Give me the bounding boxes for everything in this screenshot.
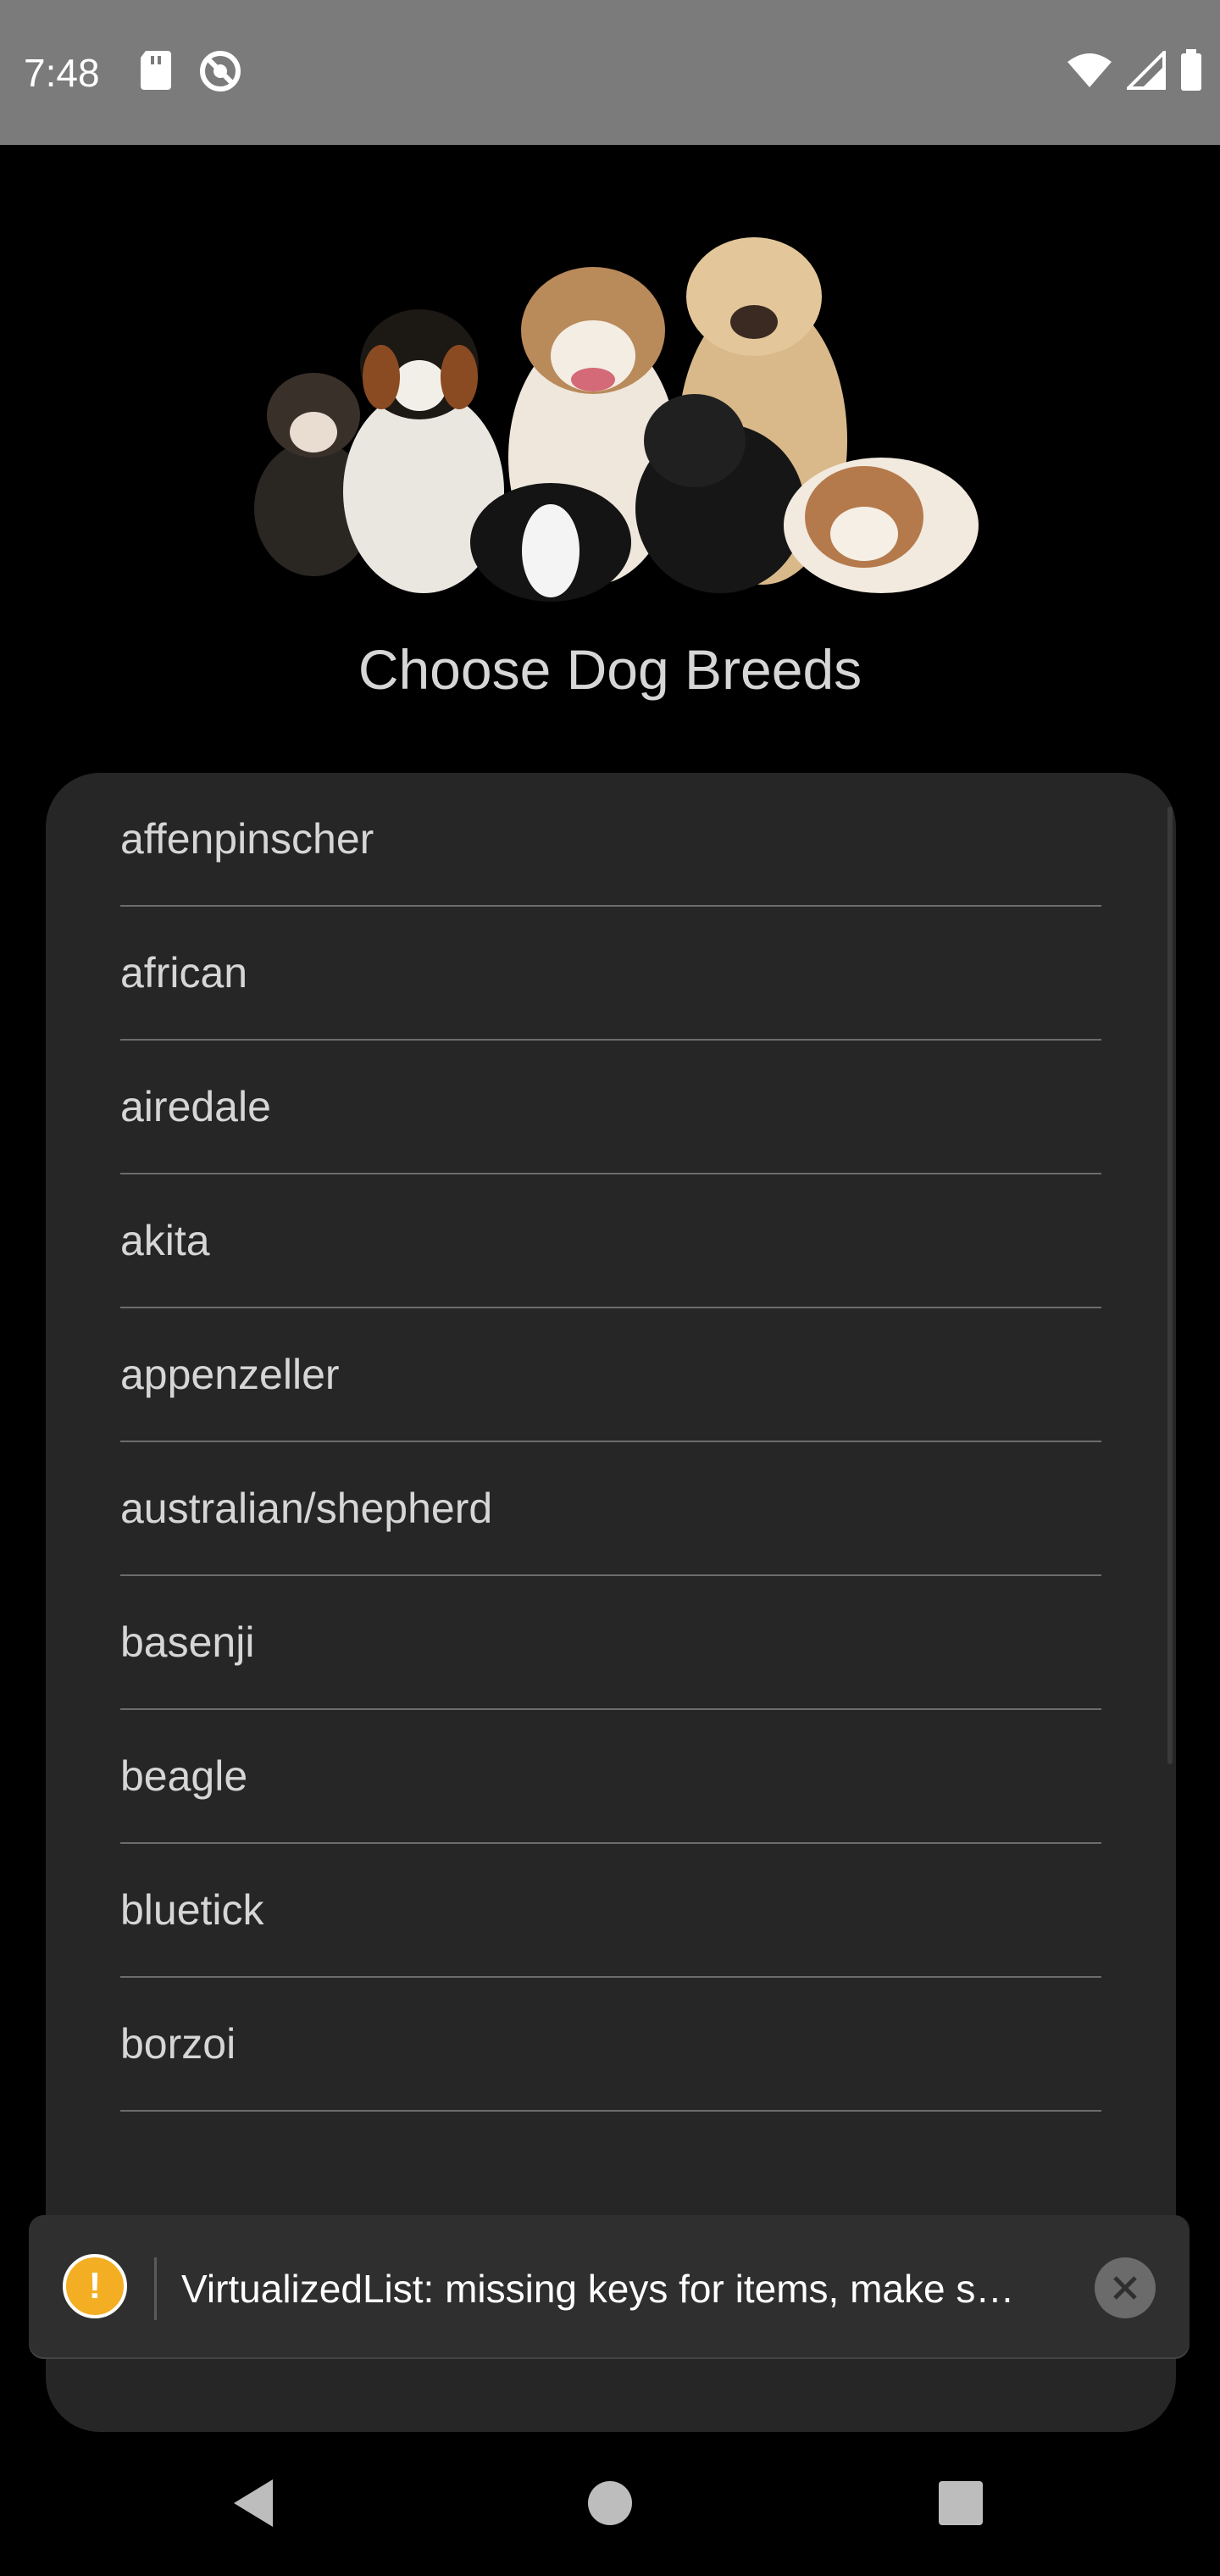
sd-card-icon: [139, 49, 173, 97]
no-disturb-icon: [198, 49, 242, 97]
list-item[interactable]: bluetick: [120, 1844, 1101, 1978]
home-icon[interactable]: [586, 2476, 634, 2534]
breed-label: akita: [120, 1217, 210, 1264]
status-bar: 7:48: [0, 0, 1220, 145]
breed-label: beagle: [120, 1752, 248, 1800]
list-item[interactable]: african: [120, 907, 1101, 1041]
list-item[interactable]: australian/shepherd: [120, 1442, 1101, 1576]
list-item[interactable]: basenji: [120, 1576, 1101, 1710]
battery-icon: [1179, 49, 1203, 96]
toast-message: VirtualizedList: missing keys for items,…: [181, 2267, 1015, 2311]
list-item[interactable]: appenzeller: [120, 1308, 1101, 1442]
dogs-hero-image: [237, 229, 983, 602]
navigation-bar: [0, 2440, 1220, 2576]
list-item[interactable]: affenpinscher: [120, 773, 1101, 907]
warning-icon: !: [63, 2254, 127, 2318]
page-title: Choose Dog Breeds: [358, 638, 862, 701]
list-item[interactable]: beagle: [120, 1710, 1101, 1844]
breed-label: australian/shepherd: [120, 1485, 493, 1532]
list-item[interactable]: akita: [120, 1174, 1101, 1308]
breed-label: airedale: [120, 1083, 271, 1130]
list-item[interactable]: airedale: [120, 1041, 1101, 1174]
breed-list[interactable]: affenpinscher african airedale akita app…: [46, 773, 1176, 2432]
close-icon[interactable]: [1095, 2257, 1156, 2318]
recents-icon[interactable]: [937, 2476, 984, 2534]
back-icon[interactable]: [230, 2476, 278, 2534]
breed-label: appenzeller: [120, 1351, 340, 1398]
signal-icon: [1124, 48, 1166, 94]
breed-label: borzoi: [120, 2020, 236, 2068]
breed-label: affenpinscher: [120, 815, 374, 863]
warning-toast[interactable]: ! VirtualizedList: missing keys for item…: [29, 2215, 1190, 2359]
breed-label: bluetick: [120, 1886, 264, 1934]
list-scrollbar[interactable]: [1167, 807, 1173, 1764]
breed-label: basenji: [120, 1618, 255, 1666]
breed-label: african: [120, 949, 248, 997]
toast-divider: [154, 2257, 157, 2320]
wifi-icon: [1066, 52, 1113, 93]
status-time: 7:48: [24, 51, 100, 95]
list-item[interactable]: borzoi: [120, 1978, 1101, 2112]
